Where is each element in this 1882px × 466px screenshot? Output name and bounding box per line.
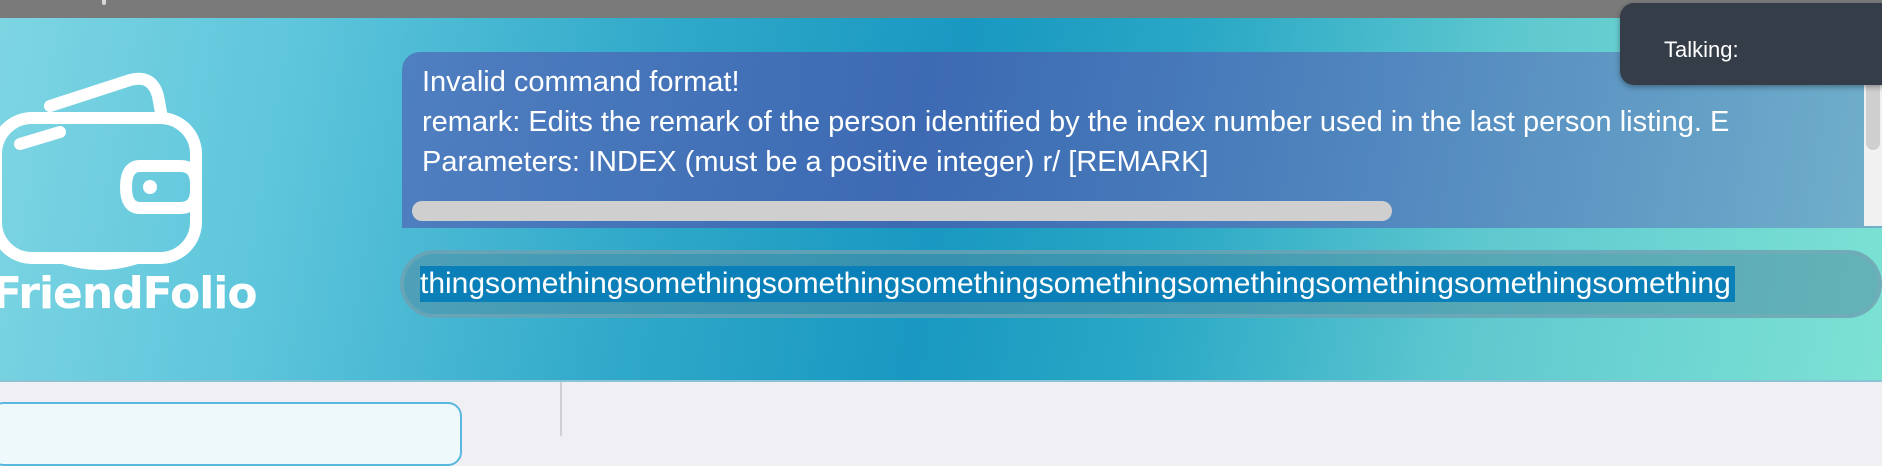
command-input-text[interactable]: thingsomethingsomethingsomethingsomethin…: [420, 266, 1735, 302]
result-line-3: Parameters: INDEX (must be a positive in…: [422, 146, 1209, 178]
result-line-1: Invalid command format!: [422, 66, 740, 98]
title-bar-fragment: [102, 0, 106, 5]
talking-toast: Talking:: [1620, 3, 1882, 85]
result-line-2: remark: Edits the remark of the person i…: [422, 106, 1730, 138]
app-logo-text: FriendFolio: [0, 268, 258, 319]
pane-divider[interactable]: [560, 382, 562, 436]
toast-label: Talking:: [1664, 37, 1739, 62]
list-card[interactable]: [0, 402, 462, 466]
command-input[interactable]: thingsomethingsomethingsomethingsomethin…: [400, 250, 1882, 318]
result-horizontal-scrollbar[interactable]: [412, 201, 1392, 221]
window-title-bar: [0, 0, 1882, 18]
